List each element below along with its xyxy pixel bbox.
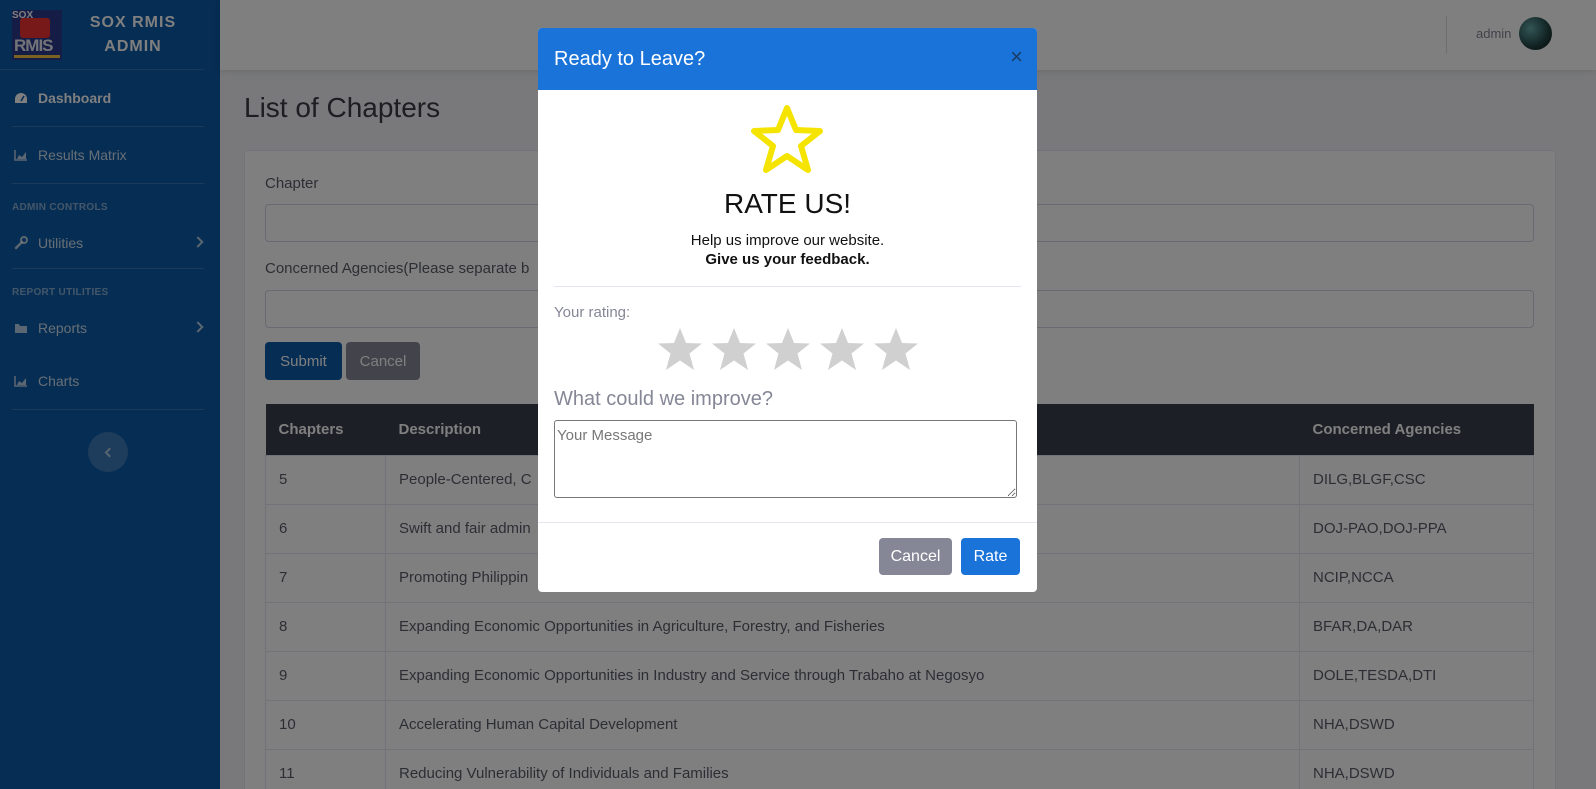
- rate-title: RATE US!: [723, 188, 852, 219]
- modal-footer-divider: [538, 522, 1037, 523]
- message-textarea[interactable]: [554, 420, 1017, 498]
- feedback-text: Give us your feedback.: [705, 251, 870, 268]
- star-rating: [656, 326, 920, 372]
- star-icon[interactable]: [818, 326, 866, 372]
- star-icon[interactable]: [872, 326, 920, 372]
- modal-divider: [554, 286, 1021, 287]
- improve-label: What could we improve?: [554, 388, 773, 410]
- star-icon[interactable]: [656, 326, 704, 372]
- star-icon[interactable]: [764, 326, 812, 372]
- star-outline-icon: [751, 105, 823, 173]
- rate-modal: Ready to Leave? × RATE US! Help us impro…: [538, 28, 1037, 592]
- modal-cancel-button[interactable]: Cancel: [879, 538, 952, 575]
- modal-header: Ready to Leave? ×: [538, 28, 1037, 90]
- rate-button[interactable]: Rate: [961, 538, 1020, 575]
- star-icon[interactable]: [710, 326, 758, 372]
- help-text: Help us improve our website.: [690, 232, 885, 249]
- rating-label: Your rating:: [554, 304, 631, 321]
- modal-title: Ready to Leave?: [554, 47, 706, 70]
- close-icon[interactable]: ×: [1010, 46, 1023, 68]
